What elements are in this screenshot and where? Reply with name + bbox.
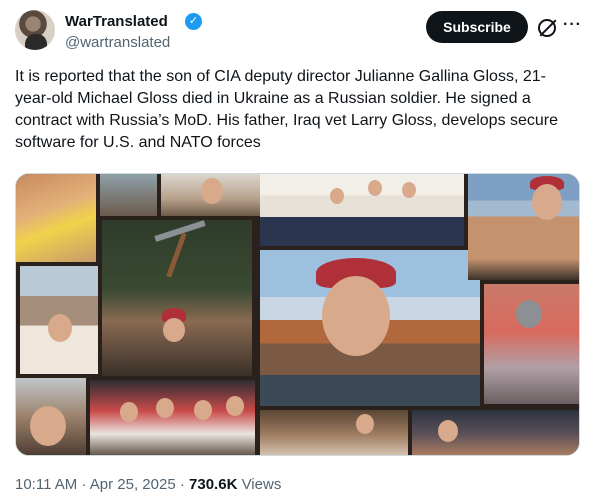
tweet-date[interactable]: Apr 25, 2025 <box>90 476 176 493</box>
collage-photo-dog <box>260 410 408 455</box>
views-count: 730.6K <box>189 476 238 493</box>
verified-badge-icon: ✓ <box>185 13 202 30</box>
collage-photo-small <box>100 174 157 216</box>
collage-photo-red-square <box>260 250 480 406</box>
collage-photo-rooftop <box>20 266 98 374</box>
views-label: Views <box>241 476 282 493</box>
grok-icon[interactable] <box>538 19 556 37</box>
author-handle[interactable]: @wartranslated <box>65 34 170 51</box>
meta-separator-2: · <box>179 476 185 493</box>
more-options-icon[interactable]: ··· <box>563 16 582 34</box>
tweet-media-collage[interactable] <box>15 173 580 456</box>
tweet-time[interactable]: 10:11 AM <box>15 476 77 493</box>
tweet-header: WarTranslated ✓ @wartranslated Subscribe… <box>15 10 585 54</box>
collage-photo-football <box>484 284 579 404</box>
collage-photo-hammer-sickle <box>102 220 252 376</box>
collage-photo-child <box>16 174 96 262</box>
tweet-text: It is reported that the son of CIA deput… <box>15 68 559 151</box>
subscribe-button[interactable]: Subscribe <box>426 11 528 43</box>
meta-separator: · <box>81 476 87 493</box>
author-display-name[interactable]: WarTranslated <box>65 13 168 30</box>
avatar[interactable] <box>15 10 55 50</box>
tweet-meta: 10:11 AM · Apr 25, 2025 · 730.6K Views <box>15 476 281 493</box>
collage-photo-group <box>90 380 255 455</box>
collage-photo-portrait <box>161 174 261 216</box>
collage-photo-family <box>260 174 464 246</box>
collage-photo-monument <box>468 174 579 280</box>
collage-photo-night <box>412 410 579 455</box>
collage-photo-selfie <box>16 378 86 455</box>
